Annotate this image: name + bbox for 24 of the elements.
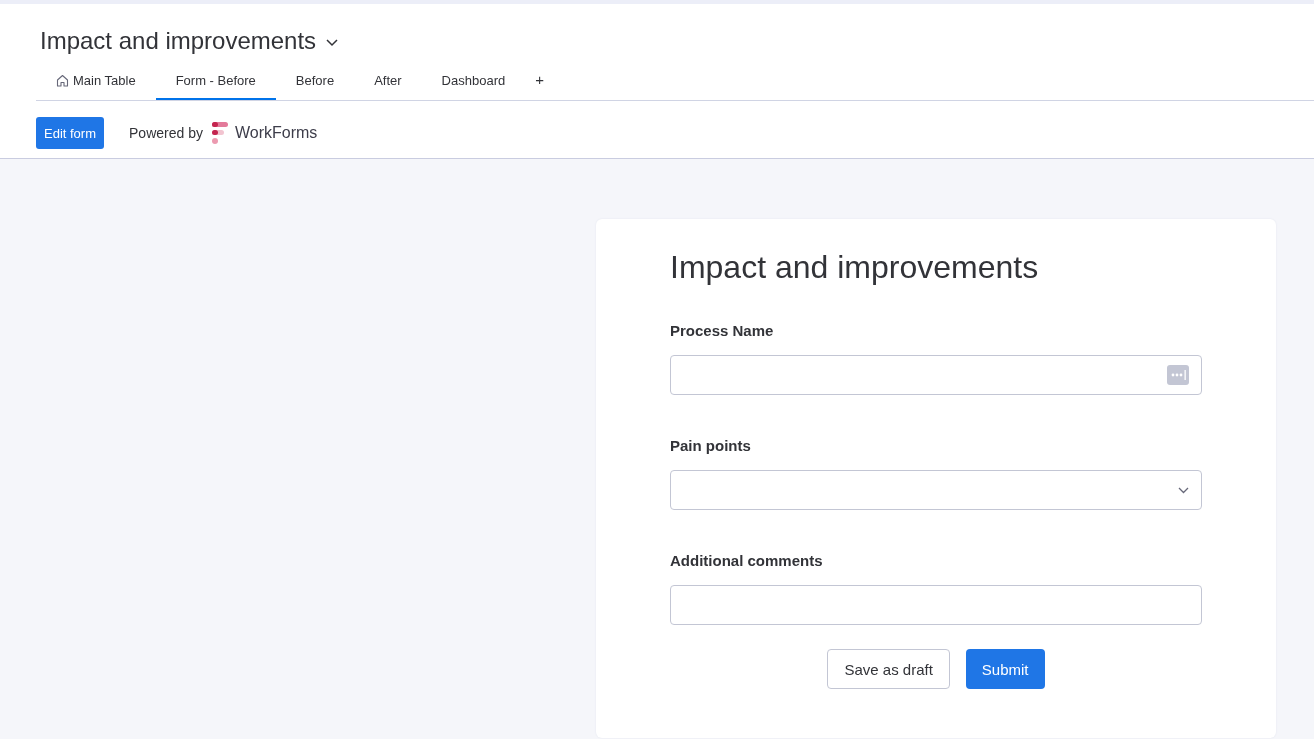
save-draft-button[interactable]: Save as draft [827, 649, 950, 689]
powered-by-label: Powered by [129, 125, 203, 141]
tab[interactable]: Before [275, 73, 355, 100]
field-label: Pain points [670, 437, 752, 454]
form-title: Impact and improvements [670, 249, 1040, 286]
field-label: Additional comments [670, 552, 824, 569]
brand-name: WorkForms [234, 124, 318, 142]
dropdown-field[interactable] [670, 470, 1202, 510]
tab[interactable]: After [354, 73, 422, 100]
edit-form-button[interactable]: Edit form [36, 117, 104, 149]
input-field[interactable] [670, 585, 1202, 625]
tab[interactable]: Dashboard [421, 73, 526, 100]
tab[interactable]: Form - Before [155, 73, 276, 100]
tab[interactable]: Main Table [36, 73, 156, 100]
chevron-down-icon [1178, 486, 1189, 494]
board-title: Impact and improvements [40, 27, 317, 55]
add-tab-button[interactable]: + [525, 71, 554, 100]
field-label: Process Name [670, 322, 775, 339]
input-field[interactable] [670, 355, 1202, 395]
chevron-down-icon[interactable] [326, 39, 339, 47]
logo-icon [210, 121, 229, 145]
password-manager-icon[interactable] [1167, 365, 1189, 385]
submit-button[interactable]: Submit [965, 649, 1045, 689]
home-icon [56, 74, 69, 87]
